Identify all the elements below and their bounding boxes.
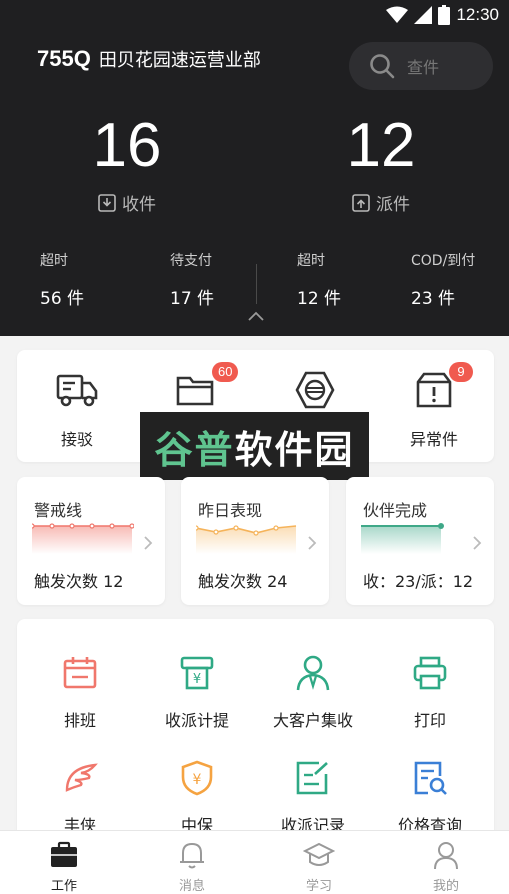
stat-value: 12 件 bbox=[297, 289, 342, 309]
graduation-cap-icon bbox=[303, 842, 335, 866]
watermark-text: 软件园 bbox=[234, 427, 355, 472]
truck-icon bbox=[56, 374, 98, 407]
stat-dispatch-overtime[interactable]: 超时 12 件 bbox=[297, 250, 341, 309]
signal-icon bbox=[414, 6, 433, 24]
tool-commission[interactable]: ¥ 收派计提 bbox=[142, 653, 252, 731]
status-bar: 12:30 bbox=[386, 4, 499, 26]
nav-label: 工作 bbox=[50, 879, 77, 894]
tool-key-accounts[interactable]: 大客户集收 bbox=[258, 653, 368, 731]
svg-text:¥: ¥ bbox=[193, 672, 201, 687]
station-name: 田贝花园速运营业部 bbox=[98, 50, 261, 71]
metric-value: 收：23/派：12 bbox=[363, 572, 474, 591]
tool-insurance[interactable]: ¥ 中保 bbox=[142, 758, 252, 836]
chevron-up-icon[interactable] bbox=[247, 310, 265, 322]
stat-value: 17 件 bbox=[170, 289, 215, 309]
dispatch-count-label: 派件 bbox=[376, 195, 410, 215]
stat-label: 待支付 bbox=[170, 253, 212, 269]
cash-register-icon: ¥ bbox=[180, 656, 214, 690]
tool-print[interactable]: 打印 bbox=[375, 653, 485, 731]
box-alert-icon bbox=[416, 372, 452, 408]
metric-title: 伙伴完成 bbox=[363, 501, 428, 520]
metric-sparkline bbox=[196, 525, 297, 554]
nav-label: 消息 bbox=[178, 879, 205, 894]
metric-card-yesterday[interactable]: 昨日表现 触发次数 24 bbox=[181, 477, 329, 605]
calendar-icon bbox=[63, 657, 97, 689]
price-search-icon bbox=[414, 761, 447, 795]
scanner-icon bbox=[295, 371, 335, 409]
metric-card-partner[interactable]: 伙伴完成 收：23/派：12 bbox=[346, 477, 494, 605]
metric-title: 警戒线 bbox=[34, 501, 83, 520]
metric-progress-bar bbox=[361, 523, 444, 554]
tool-price-query[interactable]: 价格查询 bbox=[375, 758, 485, 836]
tool-label: 排班 bbox=[63, 711, 96, 730]
receive-count-label: 收件 bbox=[122, 195, 156, 215]
status-time: 12:30 bbox=[456, 5, 499, 24]
stat-label: COD/到付 bbox=[411, 253, 476, 269]
search-placeholder: 查件 bbox=[407, 58, 440, 77]
quick-action-label: 接驳 bbox=[60, 430, 93, 449]
chevron-right-icon bbox=[473, 536, 482, 550]
user-icon bbox=[434, 842, 458, 870]
feather-icon bbox=[65, 763, 98, 792]
outbox-upload-icon bbox=[352, 193, 370, 212]
shield-yen-icon: ¥ bbox=[181, 760, 213, 796]
stat-value: 56 件 bbox=[40, 289, 85, 309]
tool-label: 大客户集收 bbox=[272, 711, 353, 730]
stat-pending-payment[interactable]: 待支付 17 件 bbox=[170, 250, 214, 309]
tool-label: 收派计提 bbox=[164, 711, 229, 730]
tool-schedule[interactable]: 排班 bbox=[25, 653, 135, 731]
metric-sparkline bbox=[32, 523, 134, 554]
tool-fengxia[interactable]: 丰侠 bbox=[25, 758, 135, 836]
stat-label: 超时 bbox=[297, 253, 325, 269]
battery-icon bbox=[438, 5, 451, 25]
metric-value: 触发次数 12 bbox=[34, 572, 124, 591]
bottom-nav: 工作 消息 学习 我的 bbox=[0, 830, 509, 894]
tool-label: 打印 bbox=[413, 711, 446, 730]
nav-tab-work[interactable]: 工作 bbox=[24, 839, 104, 894]
inbox-download-icon bbox=[98, 193, 116, 212]
wifi-icon bbox=[386, 6, 409, 23]
stats-divider bbox=[256, 264, 257, 304]
metric-value: 触发次数 24 bbox=[198, 572, 288, 591]
notification-badge: 9 bbox=[449, 362, 473, 382]
nav-tab-messages[interactable]: 消息 bbox=[152, 839, 232, 894]
folder-icon bbox=[176, 376, 214, 406]
dispatch-count-value: 12 bbox=[346, 111, 416, 180]
tools-card: 排班 ¥ 收派计提 大客户集收 打印 丰侠 ¥ 中保 收派记录 价格查询 bbox=[17, 619, 494, 859]
receive-count[interactable]: 16 收件 bbox=[67, 110, 187, 215]
notification-badge: 60 bbox=[212, 362, 239, 382]
nav-label: 我的 bbox=[432, 879, 459, 894]
nav-tab-profile[interactable]: 我的 bbox=[406, 839, 486, 894]
watermark-text: 谷普 bbox=[154, 427, 235, 472]
watermark: 谷普 软件园 bbox=[140, 412, 369, 480]
tool-records[interactable]: 收派记录 bbox=[258, 758, 368, 836]
quick-action-label: 异常件 bbox=[409, 430, 458, 449]
search-box[interactable]: 查件 bbox=[349, 42, 493, 90]
metric-title: 昨日表现 bbox=[198, 501, 263, 520]
stat-receive-overtime[interactable]: 超时 56 件 bbox=[40, 250, 84, 309]
stat-cod[interactable]: COD/到付 23 件 bbox=[411, 250, 475, 309]
chevron-right-icon bbox=[308, 536, 317, 550]
stat-value: 23 件 bbox=[411, 289, 456, 309]
search-icon bbox=[370, 54, 395, 79]
edit-note-icon bbox=[296, 761, 328, 795]
nav-tab-learning[interactable]: 学习 bbox=[279, 839, 359, 894]
dispatch-count[interactable]: 12 派件 bbox=[321, 110, 441, 215]
receive-count-value: 16 bbox=[92, 111, 162, 180]
station-title: 755Q 田贝花园速运营业部 bbox=[37, 46, 261, 72]
stat-label: 超时 bbox=[40, 253, 68, 269]
quick-action-exception[interactable]: 9 异常件 bbox=[389, 362, 479, 450]
person-tie-icon bbox=[296, 655, 330, 691]
chevron-right-icon bbox=[144, 536, 153, 550]
svg-text:¥: ¥ bbox=[193, 772, 202, 788]
nav-label: 学习 bbox=[305, 879, 332, 894]
quick-action-transfer[interactable]: 接驳 bbox=[32, 368, 122, 450]
bell-icon bbox=[180, 842, 204, 869]
header-panel: 12:30 755Q 田贝花园速运营业部 查件 16 收件 12 派件 超时 5… bbox=[0, 0, 509, 336]
printer-icon bbox=[413, 656, 447, 690]
briefcase-icon bbox=[51, 841, 77, 867]
metric-card-alert-line[interactable]: 警戒线 触发次数 12 bbox=[17, 477, 165, 605]
station-code: 755Q bbox=[37, 46, 91, 71]
